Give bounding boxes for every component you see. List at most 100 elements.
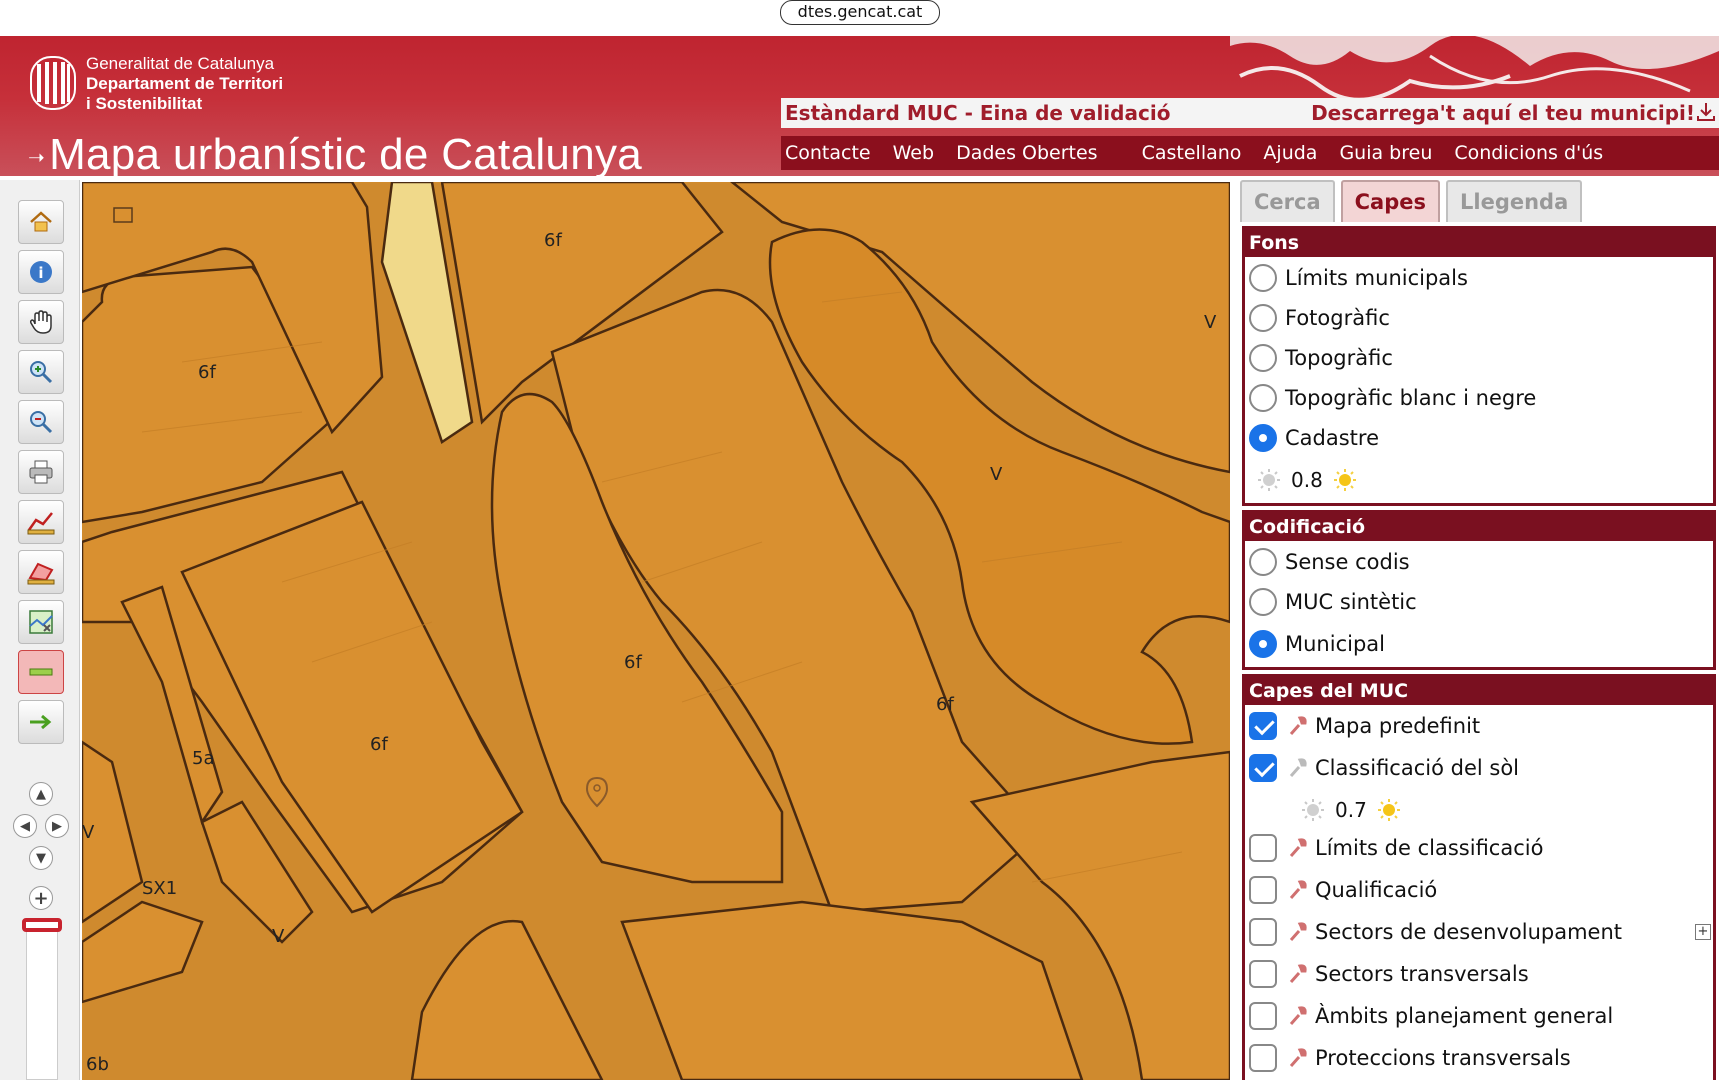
layer-label: Sectors transversals	[1315, 962, 1529, 986]
pan-hand-icon	[29, 310, 52, 334]
nav-guia-breu[interactable]: Guia breu	[1335, 136, 1450, 170]
layer-bar-button[interactable]	[18, 650, 64, 694]
next-button[interactable]	[18, 700, 64, 744]
capes-section: Capes del MUC Mapa predefinit Classifica…	[1242, 674, 1716, 1080]
opacity-decrease-icon[interactable]	[1301, 798, 1325, 822]
checkbox[interactable]	[1249, 1044, 1277, 1072]
layer-limits-classificacio[interactable]: Límits de classificació	[1249, 831, 1543, 865]
pan-up-button[interactable]: ▲	[29, 782, 53, 806]
radio-button-selected[interactable]	[1249, 630, 1277, 658]
measure-area-button[interactable]	[18, 550, 64, 594]
map-view[interactable]: 6f 6f V V 6f 6f 5a 6f SX1 V V 6b	[82, 182, 1230, 1080]
layer-qualificacio[interactable]: Qualificació	[1249, 873, 1437, 907]
muc-standard-link[interactable]: Estàndard MUC - Eina de validació	[785, 101, 1170, 125]
print-icon	[29, 460, 53, 484]
radio-button[interactable]	[1249, 344, 1277, 372]
zoom-slider-track[interactable]	[26, 920, 58, 1080]
home-button[interactable]	[18, 200, 64, 244]
map-select-button[interactable]	[18, 600, 64, 644]
pan-button[interactable]	[18, 300, 64, 344]
layer-sectors-transversals[interactable]: Sectors transversals	[1249, 957, 1529, 991]
url-field[interactable]: dtes.gencat.cat	[780, 0, 940, 25]
radio-button[interactable]	[1249, 264, 1277, 292]
site-title[interactable]: ➝Mapa urbanístic de Catalunya	[28, 130, 642, 176]
nav-ajuda[interactable]: Ajuda	[1259, 136, 1335, 170]
fons-option-topografic-bn[interactable]: Topogràfic blanc i negre	[1249, 381, 1536, 415]
tab-capes[interactable]: Capes	[1340, 180, 1440, 222]
nav-web[interactable]: Web	[889, 136, 952, 170]
zoom-slider-handle[interactable]	[22, 918, 62, 932]
nav-condicions[interactable]: Condicions d'ús	[1450, 136, 1621, 170]
nav-castellano[interactable]: Castellano	[1138, 136, 1260, 170]
wrench-icon[interactable]	[1287, 1046, 1309, 1070]
zoom-out-icon	[30, 411, 53, 434]
fons-option-topografic[interactable]: Topogràfic	[1249, 341, 1393, 375]
zoom-in-button[interactable]	[18, 350, 64, 394]
codificacio-option-municipal[interactable]: Municipal	[1249, 627, 1385, 661]
map-label: V	[990, 464, 1003, 485]
site-title-text: Mapa urbanístic de Catalunya	[49, 130, 643, 176]
pan-right-button[interactable]: ▶	[45, 814, 69, 838]
wrench-icon[interactable]	[1287, 714, 1309, 738]
wrench-icon[interactable]	[1287, 878, 1309, 902]
muc-download-link[interactable]: Descarrega't aquí el teu municipi!	[1311, 101, 1695, 125]
map-canvas[interactable]: 6f 6f V V 6f 6f 5a 6f SX1 V V 6b	[82, 182, 1230, 1080]
info-button[interactable]: i	[18, 250, 64, 294]
codificacio-option-sense-codis[interactable]: Sense codis	[1249, 545, 1410, 579]
opacity-increase-icon[interactable]	[1333, 468, 1357, 492]
zoom-plus-button[interactable]: +	[29, 886, 53, 910]
radio-button[interactable]	[1249, 384, 1277, 412]
tab-cerca[interactable]: Cerca	[1240, 180, 1335, 222]
org-line-1: Generalitat de Catalunya	[86, 54, 275, 73]
checkbox[interactable]	[1249, 960, 1277, 988]
tab-llegenda[interactable]: Llegenda	[1446, 180, 1583, 222]
codificacio-option-muc-sintetic[interactable]: MUC sintètic	[1249, 585, 1417, 619]
browser-url-bar: dtes.gencat.cat	[0, 0, 1719, 36]
wrench-icon[interactable]	[1287, 920, 1309, 944]
print-button[interactable]	[18, 450, 64, 494]
wrench-icon[interactable]	[1287, 1004, 1309, 1028]
layer-mapa-predefinit[interactable]: Mapa predefinit	[1249, 709, 1480, 743]
wrench-icon[interactable]	[1287, 962, 1309, 986]
next-arrow-icon	[30, 714, 52, 730]
layer-label: Qualificació	[1315, 878, 1438, 902]
map-label: SX1	[142, 878, 177, 899]
download-icon[interactable]	[1695, 101, 1717, 123]
wrench-icon[interactable]	[1287, 756, 1309, 780]
radio-button[interactable]	[1249, 548, 1277, 576]
layer-classificacio-sol[interactable]: Classificació del sòl	[1249, 751, 1519, 785]
radio-button[interactable]	[1249, 304, 1277, 332]
radio-button[interactable]	[1249, 588, 1277, 616]
radio-button-selected[interactable]	[1249, 424, 1277, 452]
pan-down-button[interactable]: ▼	[29, 846, 53, 870]
checkbox-checked[interactable]	[1249, 754, 1277, 782]
checkbox[interactable]	[1249, 876, 1277, 904]
checkbox[interactable]	[1249, 918, 1277, 946]
fons-option-limits[interactable]: Límits municipals	[1249, 261, 1468, 295]
layer-sectors-desenvolupament[interactable]: Sectors de desenvolupament +	[1249, 915, 1713, 949]
opacity-decrease-icon[interactable]	[1257, 468, 1281, 492]
org-line-3: i Sostenibilitat	[86, 94, 203, 113]
fons-section: Fons Límits municipals Fotogràfic Topogr…	[1242, 226, 1716, 506]
measure-distance-button[interactable]	[18, 500, 64, 544]
fons-title: Fons	[1245, 229, 1713, 257]
checkbox[interactable]	[1249, 834, 1277, 862]
layer-label: Límits de classificació	[1315, 836, 1544, 860]
checkbox[interactable]	[1249, 1002, 1277, 1030]
nav-contacte[interactable]: Contacte	[781, 136, 889, 170]
fons-opacity-control: 0.8	[1247, 465, 1367, 495]
map-label: V	[1204, 312, 1217, 333]
layer-label: Àmbits planejament general	[1315, 1004, 1614, 1028]
expand-plus-icon[interactable]: +	[1695, 924, 1711, 940]
pan-left-button[interactable]: ◀	[13, 814, 37, 838]
layer-ambits-planejament[interactable]: Àmbits planejament general	[1249, 999, 1613, 1033]
opacity-increase-icon[interactable]	[1377, 798, 1401, 822]
checkbox-checked[interactable]	[1249, 712, 1277, 740]
map-label: 6f	[198, 362, 216, 383]
wrench-icon[interactable]	[1287, 836, 1309, 860]
fons-option-fotografic[interactable]: Fotogràfic	[1249, 301, 1390, 335]
nav-dades-obertes[interactable]: Dades Obertes	[952, 136, 1138, 170]
zoom-out-button[interactable]	[18, 400, 64, 444]
fons-option-cadastre[interactable]: Cadastre	[1249, 421, 1379, 455]
layer-proteccions-transversals[interactable]: Proteccions transversals	[1249, 1041, 1571, 1075]
